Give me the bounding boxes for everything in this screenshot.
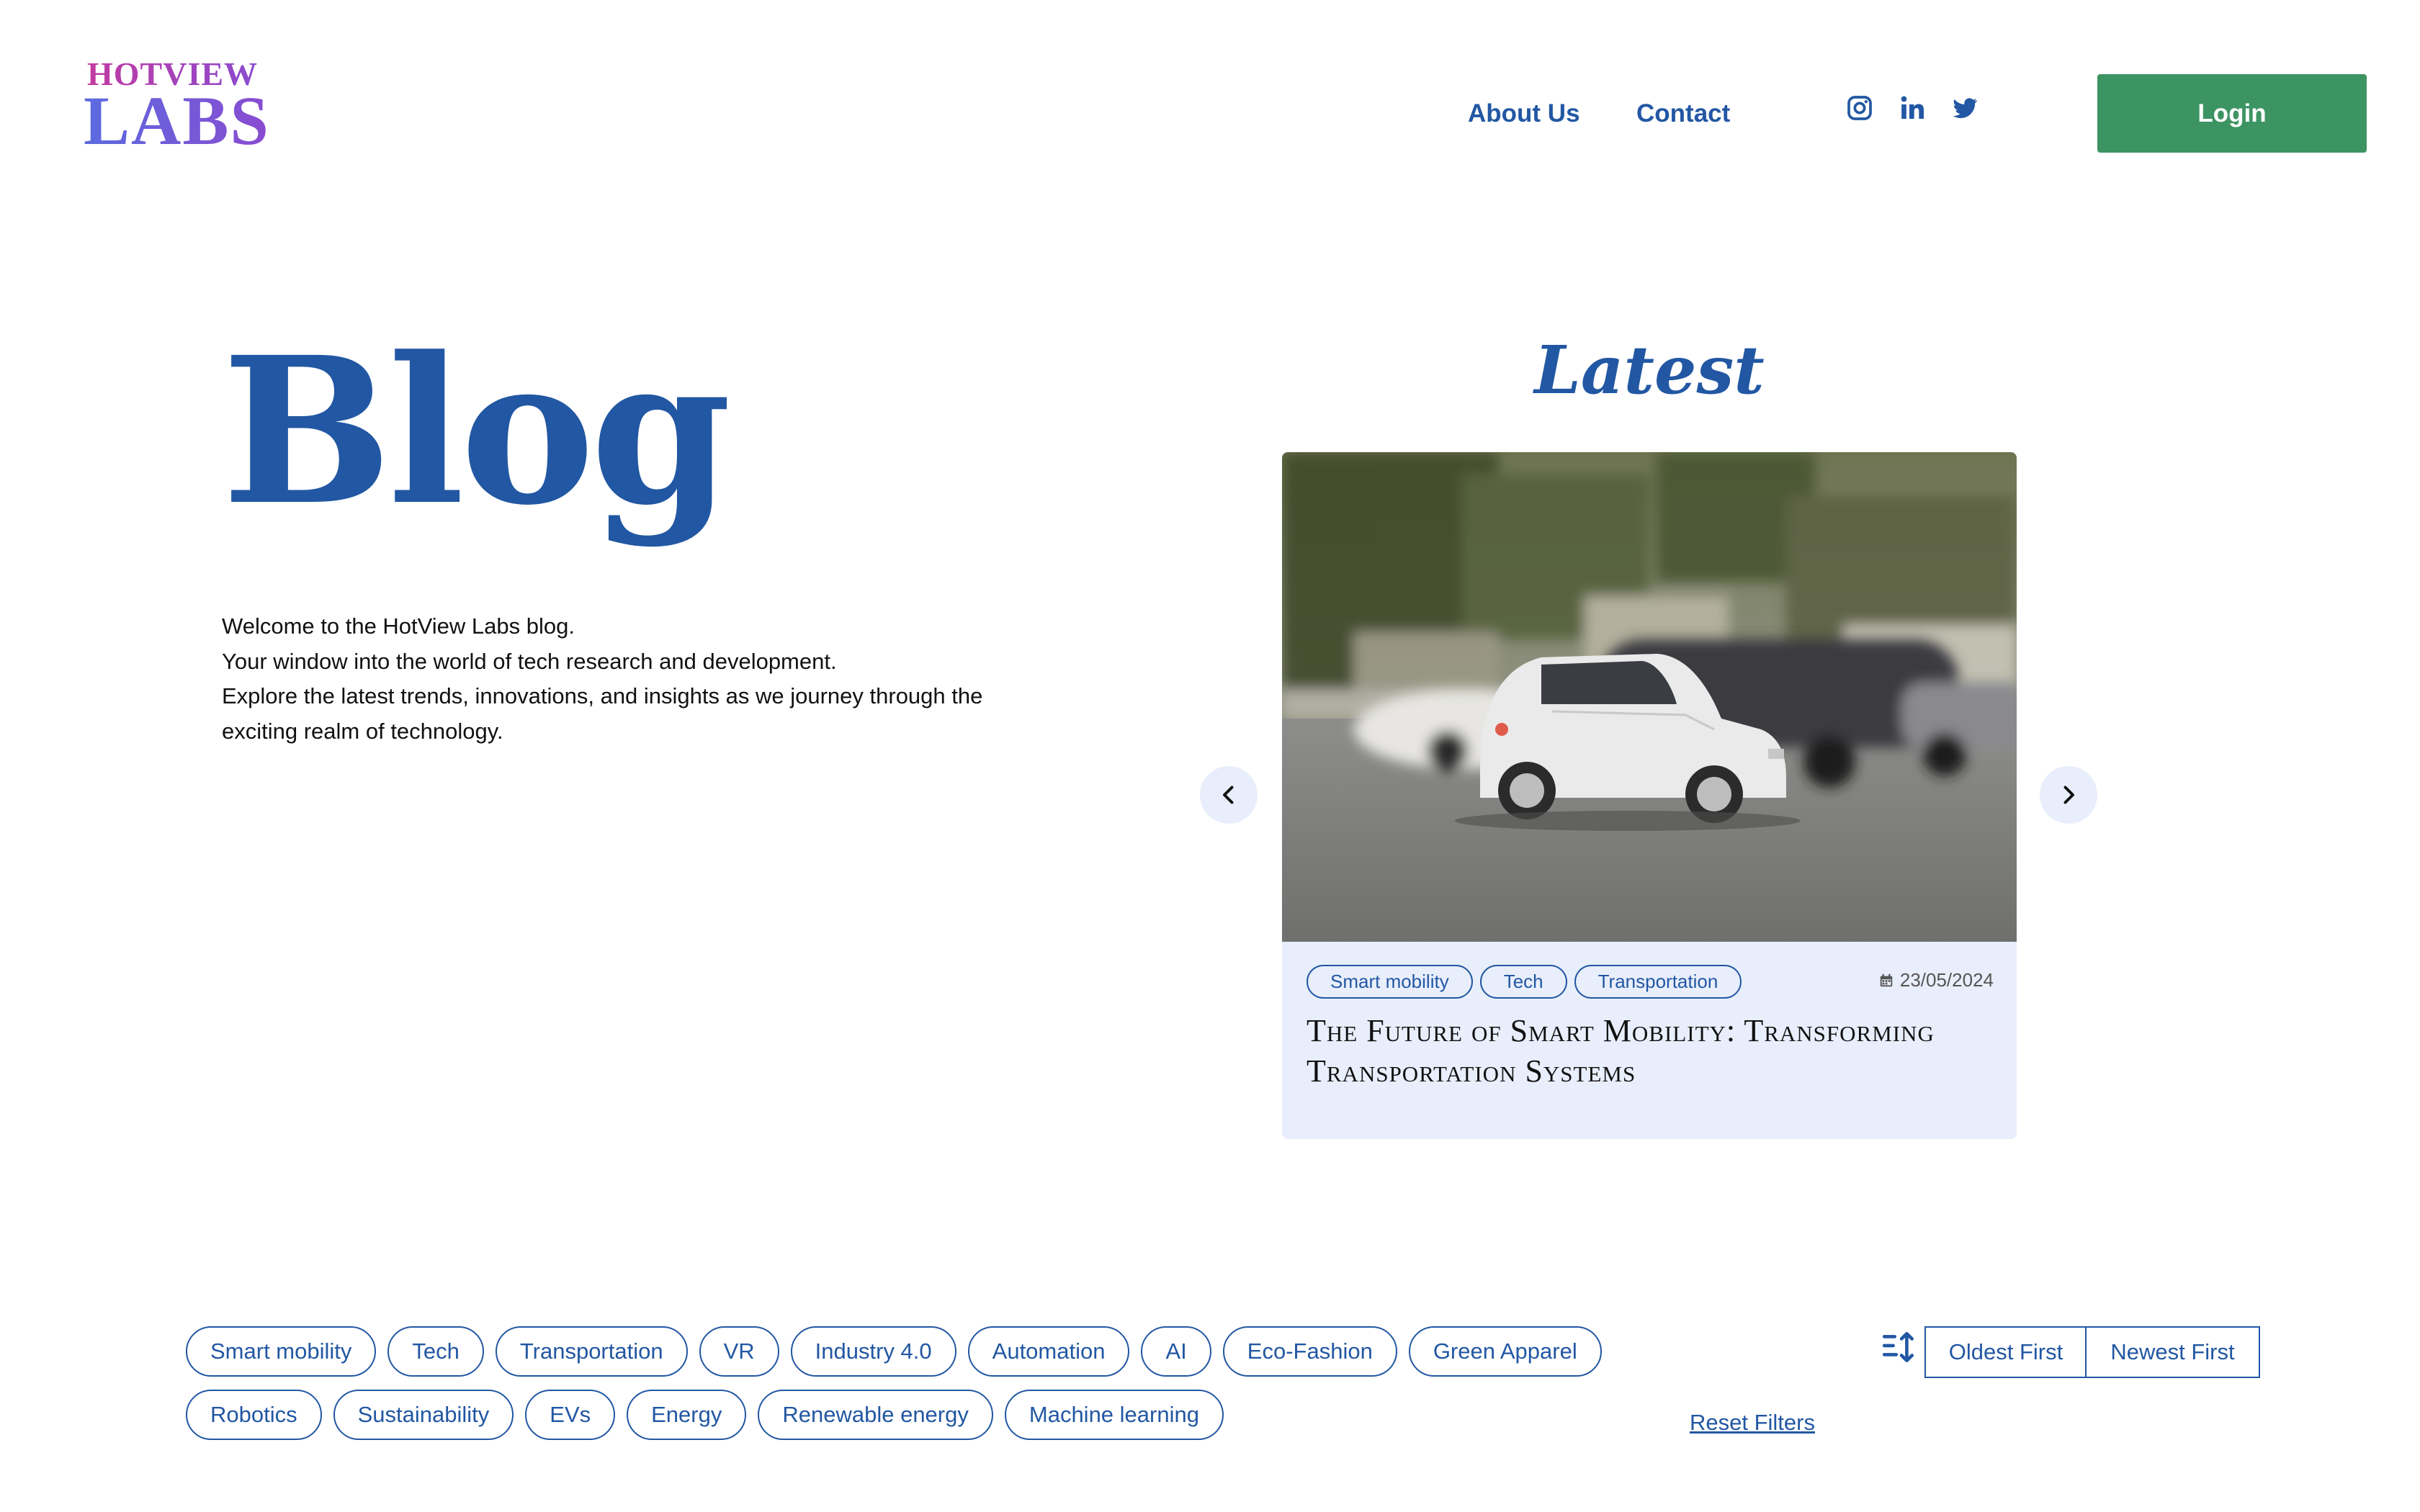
reset-filters-link[interactable]: Reset Filters [1690, 1410, 1815, 1436]
sort-icon[interactable] [1881, 1329, 1917, 1365]
filter-tag[interactable]: Green Apparel [1408, 1326, 1602, 1377]
filter-tag[interactable]: Renewable energy [758, 1390, 993, 1440]
filter-tag[interactable]: AI [1141, 1326, 1211, 1377]
intro-line: exciting realm of technology. [222, 718, 503, 744]
nav-about-us[interactable]: About Us [1468, 99, 1580, 128]
instagram-icon[interactable] [1845, 94, 1874, 122]
twitter-icon[interactable] [1950, 94, 1979, 122]
filter-tag[interactable]: Sustainability [333, 1390, 514, 1440]
filter-tag[interactable]: VR [699, 1326, 779, 1377]
filter-tag[interactable]: Robotics [186, 1390, 322, 1440]
intro-line: Welcome to the HotView Labs blog. [222, 613, 575, 639]
filter-tags-row-1: Smart mobility Tech Transportation VR In… [186, 1326, 1602, 1377]
post-tag[interactable]: Smart mobility [1307, 965, 1473, 999]
filter-tag[interactable]: Transportation [495, 1326, 688, 1377]
nav-contact[interactable]: Contact [1636, 99, 1730, 128]
post-date-text: 23/05/2024 [1899, 969, 1994, 991]
intro-line: Your window into the world of tech resea… [222, 648, 837, 674]
post-tag[interactable]: Tech [1479, 965, 1567, 999]
login-button[interactable]: Login [2097, 74, 2367, 153]
post-title[interactable]: The Future of Smart Mobility: Transformi… [1307, 1011, 1998, 1092]
chevron-left-icon [1223, 786, 1234, 804]
sort-oldest-button[interactable]: Oldest First [1924, 1326, 2087, 1378]
filter-tag[interactable]: Automation [967, 1326, 1130, 1377]
logo-wordmark-bottom: LABS [84, 82, 270, 159]
post-tag[interactable]: Transportation [1574, 965, 1742, 999]
chevron-right-icon [2063, 786, 2074, 804]
filter-tag[interactable]: EVs [525, 1390, 616, 1440]
post-date: 23/05/2024 [1878, 969, 1994, 991]
filter-tag[interactable]: Eco-Fashion [1222, 1326, 1397, 1377]
intro-text: Welcome to the HotView Labs blog. Your w… [222, 609, 1028, 749]
post-tags: Smart mobility Tech Transportation [1307, 965, 1742, 999]
calendar-icon [1880, 973, 1893, 986]
logo[interactable]: HOTVIEW LABS [84, 55, 269, 156]
filter-tag[interactable]: Machine learning [1004, 1390, 1224, 1440]
carousel-prev-button[interactable] [1200, 766, 1258, 824]
post-image [1282, 452, 2017, 942]
filter-tag[interactable]: Tech [387, 1326, 484, 1377]
linkedin-icon[interactable] [1899, 94, 1927, 122]
sort-newest-button[interactable]: Newest First [2085, 1326, 2260, 1378]
carousel-next-button[interactable] [2040, 766, 2097, 824]
filter-tag[interactable]: Industry 4.0 [790, 1326, 956, 1377]
intro-line: Explore the latest trends, innovations, … [222, 683, 983, 708]
filter-tags-row-2: Robotics Sustainability EVs Energy Renew… [186, 1390, 1224, 1440]
filter-tag[interactable]: Energy [627, 1390, 747, 1440]
latest-post-card[interactable]: Smart mobility Tech Transportation 23/05… [1282, 452, 2017, 1139]
latest-heading: Latest [1534, 331, 1765, 409]
page-title: Blog [222, 313, 732, 550]
filter-tag[interactable]: Smart mobility [186, 1326, 377, 1377]
